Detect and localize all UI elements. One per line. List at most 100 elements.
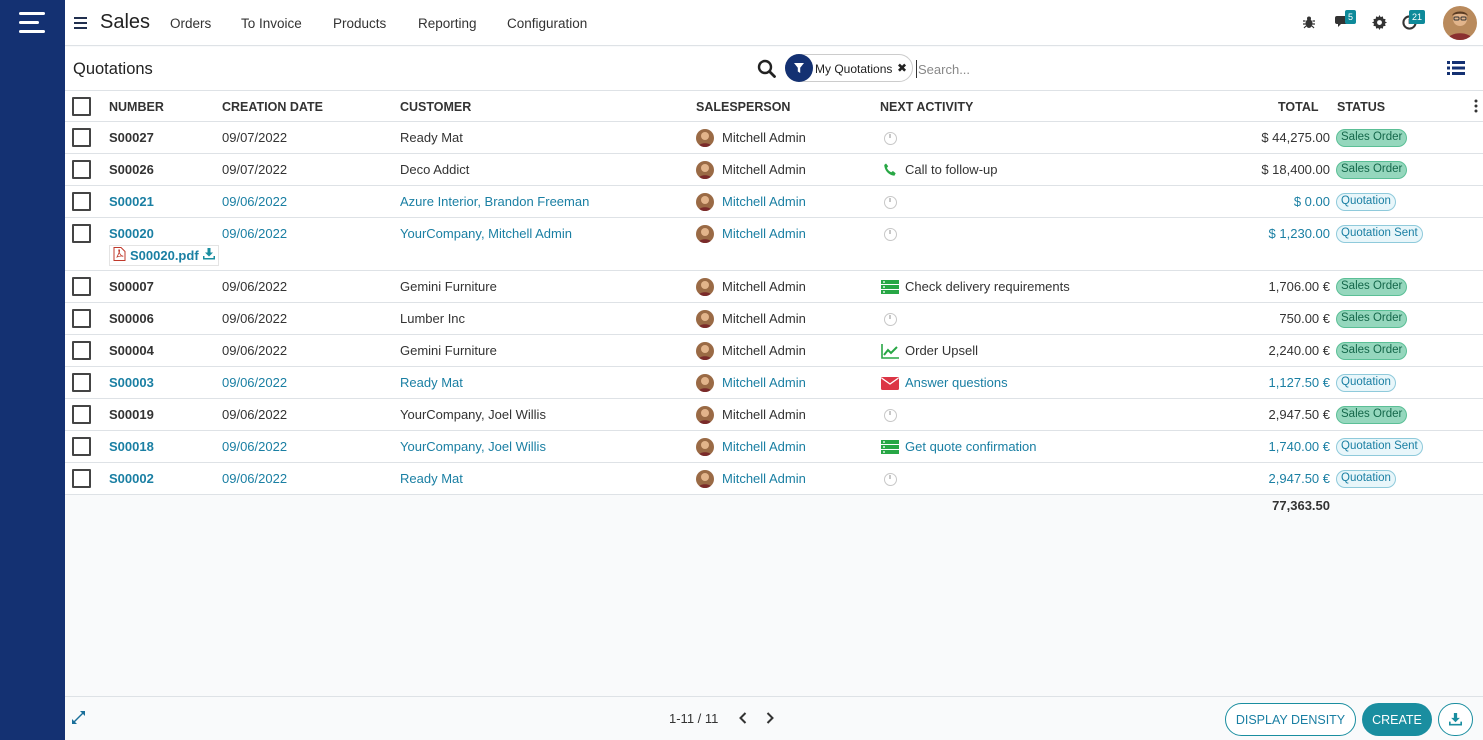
phone-icon[interactable] [880, 161, 900, 179]
hamburger-icon[interactable] [74, 17, 87, 29]
creation-date: 09/06/2022 [222, 311, 288, 326]
row-checkbox[interactable] [72, 192, 91, 211]
menu-configuration[interactable]: Configuration [507, 16, 587, 31]
row-checkbox[interactable] [72, 469, 91, 488]
row-checkbox[interactable] [72, 437, 91, 456]
clock-icon[interactable] [880, 406, 900, 424]
chevron-left-icon[interactable] [736, 709, 750, 727]
clock-icon[interactable] [880, 129, 900, 147]
header-salesperson[interactable]: SALESPERSON [696, 100, 790, 114]
customer: YourCompany, Mitchell Admin [400, 226, 572, 241]
row-checkbox[interactable] [72, 405, 91, 424]
gear-icon[interactable] [1369, 12, 1389, 32]
header-customer[interactable]: CUSTOMER [400, 100, 471, 114]
clock-icon[interactable] [880, 470, 900, 488]
search-input[interactable] [916, 60, 1116, 78]
bug-icon[interactable] [1299, 12, 1319, 32]
order-total: 2,947.50 € [1268, 407, 1330, 422]
filter-icon [785, 54, 813, 82]
attachment-name[interactable]: S00020.pdf [130, 248, 199, 263]
creation-date: 09/07/2022 [222, 162, 288, 177]
header-total[interactable]: TOTAL [1278, 100, 1319, 114]
envelope-icon[interactable] [880, 374, 900, 392]
table-row[interactable]: S00004 09/06/2022 Gemini Furniture Mitch… [65, 335, 1483, 367]
customer: Ready Mat [400, 375, 463, 390]
table-row[interactable]: S00019 09/06/2022 YourCompany, Joel Will… [65, 399, 1483, 431]
creation-date: 09/06/2022 [222, 194, 288, 209]
facet-close-icon[interactable]: ✖ [897, 61, 907, 75]
export-download-icon[interactable] [1438, 703, 1473, 736]
row-checkbox[interactable] [72, 128, 91, 147]
apps-menu-icon[interactable] [19, 12, 47, 36]
table-row[interactable]: S00026 09/07/2022 Deco Addict Mitchell A… [65, 154, 1483, 186]
app-title[interactable]: Sales [100, 11, 150, 34]
menu-orders[interactable]: Orders [170, 16, 211, 31]
customer: Gemini Furniture [400, 343, 497, 358]
row-checkbox[interactable] [72, 373, 91, 392]
table-row[interactable]: S00018 09/06/2022 YourCompany, Joel Will… [65, 431, 1483, 463]
attachment-chip[interactable]: S00020.pdf [109, 245, 219, 266]
row-checkbox[interactable] [72, 160, 91, 179]
row-checkbox[interactable] [72, 341, 91, 360]
order-number: S00021 [109, 194, 154, 209]
tasks-icon[interactable] [880, 438, 900, 456]
table-row[interactable]: S00006 09/06/2022 Lumber Inc Mitchell Ad… [65, 303, 1483, 335]
clock-icon[interactable] [880, 225, 900, 243]
customer: Lumber Inc [400, 311, 466, 326]
status-badge: Quotation Sent [1336, 225, 1423, 243]
optional-columns-icon[interactable] [1474, 99, 1478, 113]
customer: Ready Mat [400, 471, 463, 486]
order-number: S00002 [109, 471, 154, 486]
salesperson: Mitchell Admin [722, 279, 806, 294]
salesperson-avatar [696, 342, 714, 360]
header-number[interactable]: NUMBER [109, 100, 164, 114]
header-next-activity[interactable]: NEXT ACTIVITY [880, 100, 973, 114]
clock-icon[interactable] [880, 310, 900, 328]
menu-products[interactable]: Products [333, 16, 386, 31]
row-checkbox[interactable] [72, 309, 91, 328]
table-row[interactable]: S00027 09/07/2022 Ready Mat Mitchell Adm… [65, 122, 1483, 154]
clock-icon[interactable] [880, 193, 900, 211]
messages-badge: 5 [1345, 10, 1357, 24]
header-status[interactable]: STATUS [1337, 100, 1385, 114]
grand-total: 77,363.50 [1272, 498, 1330, 513]
row-checkbox[interactable] [72, 277, 91, 296]
pager-value[interactable]: 1-11 / 11 [669, 711, 718, 726]
table-row[interactable]: S00002 09/06/2022 Ready Mat Mitchell Adm… [65, 463, 1483, 495]
search-icon[interactable] [757, 59, 777, 79]
creation-date: 09/06/2022 [222, 279, 288, 294]
create-button[interactable]: CREATE [1362, 703, 1432, 736]
table-row[interactable]: S00021 09/06/2022 Azure Interior, Brando… [65, 186, 1483, 218]
status-badge: Sales Order [1336, 278, 1408, 296]
header-creation-date[interactable]: CREATION DATE [222, 100, 323, 114]
display-density-button[interactable]: DISPLAY DENSITY [1225, 703, 1356, 736]
order-number: S00003 [109, 375, 154, 390]
salesperson: Mitchell Admin [722, 162, 806, 177]
menu-to-invoice[interactable]: To Invoice [241, 16, 302, 31]
expand-icon[interactable] [72, 711, 86, 725]
order-total: 750.00 € [1279, 311, 1330, 326]
table-row[interactable]: S00003 09/06/2022 Ready Mat Mitchell Adm… [65, 367, 1483, 399]
row-checkbox[interactable] [72, 224, 91, 243]
line-chart-icon[interactable] [880, 342, 900, 360]
order-number: S00027 [109, 130, 154, 145]
status-badge: Quotation [1336, 470, 1396, 488]
order-number: S00007 [109, 279, 154, 294]
quotations-table: NUMBER CREATION DATE CUSTOMER SALESPERSO… [65, 91, 1483, 513]
chevron-right-icon[interactable] [763, 709, 777, 727]
list-view-icon[interactable] [1447, 60, 1465, 76]
salesperson: Mitchell Admin [722, 471, 806, 486]
customer: Azure Interior, Brandon Freeman [400, 194, 590, 209]
salesperson: Mitchell Admin [722, 130, 806, 145]
creation-date: 09/06/2022 [222, 471, 288, 486]
order-number: S00006 [109, 311, 154, 326]
tasks-icon[interactable] [880, 278, 900, 296]
table-row[interactable]: S00007 09/06/2022 Gemini Furniture Mitch… [65, 271, 1483, 303]
select-all-checkbox[interactable] [72, 97, 91, 116]
user-avatar[interactable] [1443, 6, 1477, 40]
download-icon[interactable] [202, 248, 215, 263]
menu-reporting[interactable]: Reporting [418, 16, 477, 31]
status-badge: Sales Order [1336, 129, 1408, 147]
pdf-file-icon [113, 247, 126, 264]
table-row[interactable]: S00020 09/06/2022 YourCompany, Mitchell … [65, 218, 1483, 271]
